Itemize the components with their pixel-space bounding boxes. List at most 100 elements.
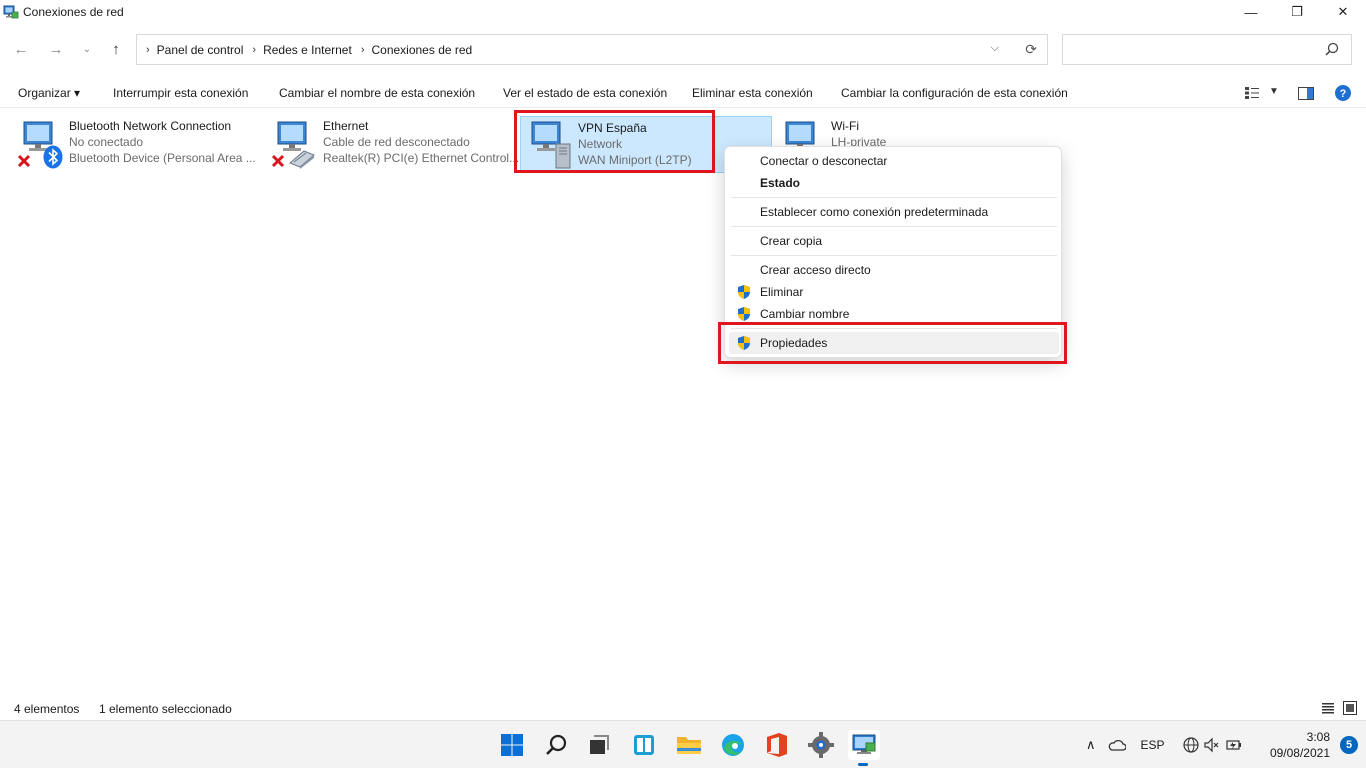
refresh-icon[interactable]: ⟳ xyxy=(1025,41,1037,58)
menu-item-label: Crear copia xyxy=(760,234,823,248)
connection-details: Bluetooth Network Connection No conectad… xyxy=(69,118,256,166)
widgets-button[interactable] xyxy=(629,730,659,760)
address-bar[interactable]: › Panel de control › Redes e Internet › … xyxy=(136,34,1048,65)
system-tray: ∧ ESP xyxy=(1086,721,1243,768)
chevron-down-icon: ⌄ xyxy=(82,43,92,55)
large-icons-view-icon[interactable] xyxy=(1343,701,1357,715)
preview-pane-icon[interactable] xyxy=(1298,87,1314,100)
file-explorer-button[interactable] xyxy=(674,730,704,760)
network-connections-icon xyxy=(852,734,876,754)
input-language-indicator[interactable]: ESP xyxy=(1141,738,1165,752)
menu-item-label: Crear acceso directo xyxy=(760,263,871,277)
taskbar-search-button[interactable] xyxy=(542,730,572,760)
connection-item-ethernet[interactable]: Ethernet Cable de red desconectado Realt… xyxy=(266,115,519,173)
recent-locations-button[interactable]: ⌄ xyxy=(77,39,97,59)
breadcrumb-network-internet[interactable]: Redes e Internet xyxy=(263,43,352,57)
maximize-button[interactable]: ❐ xyxy=(1274,0,1320,24)
window-title: Conexiones de red xyxy=(23,5,124,19)
address-dropdown-icon[interactable]: ⌵ xyxy=(991,42,999,55)
disconnect-button[interactable]: Interrumpir esta conexión xyxy=(113,86,248,100)
close-button[interactable]: ✕ xyxy=(1320,0,1366,24)
battery-charging-icon[interactable] xyxy=(1225,738,1243,752)
status-bar: 4 elementos 1 elemento seleccionado xyxy=(0,698,1366,720)
settings-button[interactable] xyxy=(806,730,836,760)
uac-shield-icon xyxy=(738,285,750,299)
menu-item-label: Conectar o desconectar xyxy=(760,154,888,168)
svg-text:?: ? xyxy=(1340,88,1347,100)
menu-item-shortcut[interactable]: Crear acceso directo xyxy=(725,259,1061,281)
connections-list: Bluetooth Network Connection No conectad… xyxy=(0,110,1366,690)
ethernet-cable-icon xyxy=(289,150,315,169)
delete-connection-button[interactable]: Eliminar esta conexión xyxy=(692,86,813,100)
back-button[interactable]: ← xyxy=(11,39,31,59)
view-status-button[interactable]: Ver el estado de esta conexión xyxy=(503,86,667,100)
help-icon[interactable]: ? xyxy=(1335,85,1351,101)
command-bar: Organizar ▾ Interrumpir esta conexión Ca… xyxy=(0,80,1366,108)
maximize-icon: ❐ xyxy=(1291,4,1303,19)
chevron-right-icon: › xyxy=(360,43,365,56)
search-input[interactable] xyxy=(1063,35,1313,64)
globe-network-icon[interactable] xyxy=(1182,737,1199,753)
menu-item-delete[interactable]: Eliminar xyxy=(725,281,1061,303)
menu-separator xyxy=(731,226,1057,227)
selection-count: 1 elemento seleccionado xyxy=(99,702,232,716)
edge-browser-button[interactable] xyxy=(718,730,748,760)
menu-item-status[interactable]: Estado xyxy=(725,172,1061,194)
up-button[interactable]: ↑ xyxy=(106,39,126,59)
breadcrumb-network-connections[interactable]: Conexiones de red xyxy=(371,43,472,57)
uac-shield-icon xyxy=(738,307,750,321)
chevron-right-icon: › xyxy=(252,43,257,56)
item-count: 4 elementos xyxy=(14,702,80,716)
menu-separator xyxy=(731,255,1057,256)
menu-separator xyxy=(731,197,1057,198)
folder-icon xyxy=(677,737,701,754)
disconnected-x-icon xyxy=(271,154,285,168)
taskbar: ∧ ESP 3:08 09/08/2021 5 xyxy=(0,720,1366,768)
details-view-icon[interactable] xyxy=(1322,703,1334,714)
navigation-row: ← → ⌄ ↑ › Panel de control › Redes e Int… xyxy=(0,30,1366,70)
network-connections-taskbar-button[interactable] xyxy=(848,730,880,766)
notification-badge[interactable]: 5 xyxy=(1340,736,1358,754)
connection-name: Ethernet xyxy=(323,119,369,133)
menu-item-copy[interactable]: Crear copia xyxy=(725,230,1061,252)
connection-name: Bluetooth Network Connection xyxy=(69,119,232,133)
connection-details: Ethernet Cable de red desconectado Realt… xyxy=(323,118,519,166)
start-button[interactable] xyxy=(497,730,527,760)
show-hidden-icons-chevron-icon[interactable]: ∧ xyxy=(1086,737,1096,753)
search-icon[interactable] xyxy=(1325,42,1339,56)
menu-item-connect[interactable]: Conectar o desconectar xyxy=(725,150,1061,172)
title-bar: Conexiones de red — ❐ ✕ xyxy=(0,0,1366,24)
gear-icon xyxy=(808,732,834,758)
connection-status: Cable de red desconectado xyxy=(323,135,470,149)
clock[interactable]: 3:08 09/08/2021 xyxy=(1270,729,1330,761)
breadcrumb-control-panel[interactable]: Panel de control xyxy=(157,43,244,57)
minimize-icon: — xyxy=(1244,4,1258,20)
organize-button[interactable]: Organizar ▾ xyxy=(18,86,80,100)
windows-logo-icon xyxy=(501,734,523,756)
connection-name: Wi-Fi xyxy=(831,119,859,133)
volume-muted-icon[interactable] xyxy=(1203,737,1220,753)
active-app-indicator xyxy=(858,763,868,766)
rename-connection-button[interactable]: Cambiar el nombre de esta conexión xyxy=(279,86,475,100)
search-box[interactable] xyxy=(1062,34,1352,65)
task-view-button[interactable] xyxy=(584,730,614,760)
view-options-icon[interactable] xyxy=(1245,87,1259,99)
minimize-button[interactable]: — xyxy=(1228,0,1274,24)
change-settings-button[interactable]: Cambiar la configuración de esta conexió… xyxy=(841,86,1068,100)
window-controls: — ❐ ✕ xyxy=(1228,0,1366,24)
menu-item-set-default[interactable]: Establecer como conexión predeterminada xyxy=(725,201,1061,223)
menu-item-label: Establecer como conexión predeterminada xyxy=(760,205,989,219)
menu-item-label: Cambiar nombre xyxy=(760,307,850,321)
office-button[interactable] xyxy=(762,730,792,760)
task-view-icon xyxy=(590,735,609,754)
forward-button[interactable]: → xyxy=(46,39,66,59)
view-dropdown-icon[interactable]: ▼ xyxy=(1269,86,1279,97)
back-arrow-icon: ← xyxy=(13,40,29,58)
connection-device: Bluetooth Device (Personal Area ... xyxy=(69,151,256,165)
connection-status: No conectado xyxy=(69,135,144,149)
connection-item-bluetooth[interactable]: Bluetooth Network Connection No conectad… xyxy=(12,115,262,173)
vpn-highlight-box xyxy=(514,110,715,173)
onedrive-cloud-icon[interactable] xyxy=(1108,739,1126,751)
properties-highlight-box xyxy=(718,322,1067,364)
clock-time: 3:08 xyxy=(1306,730,1330,744)
